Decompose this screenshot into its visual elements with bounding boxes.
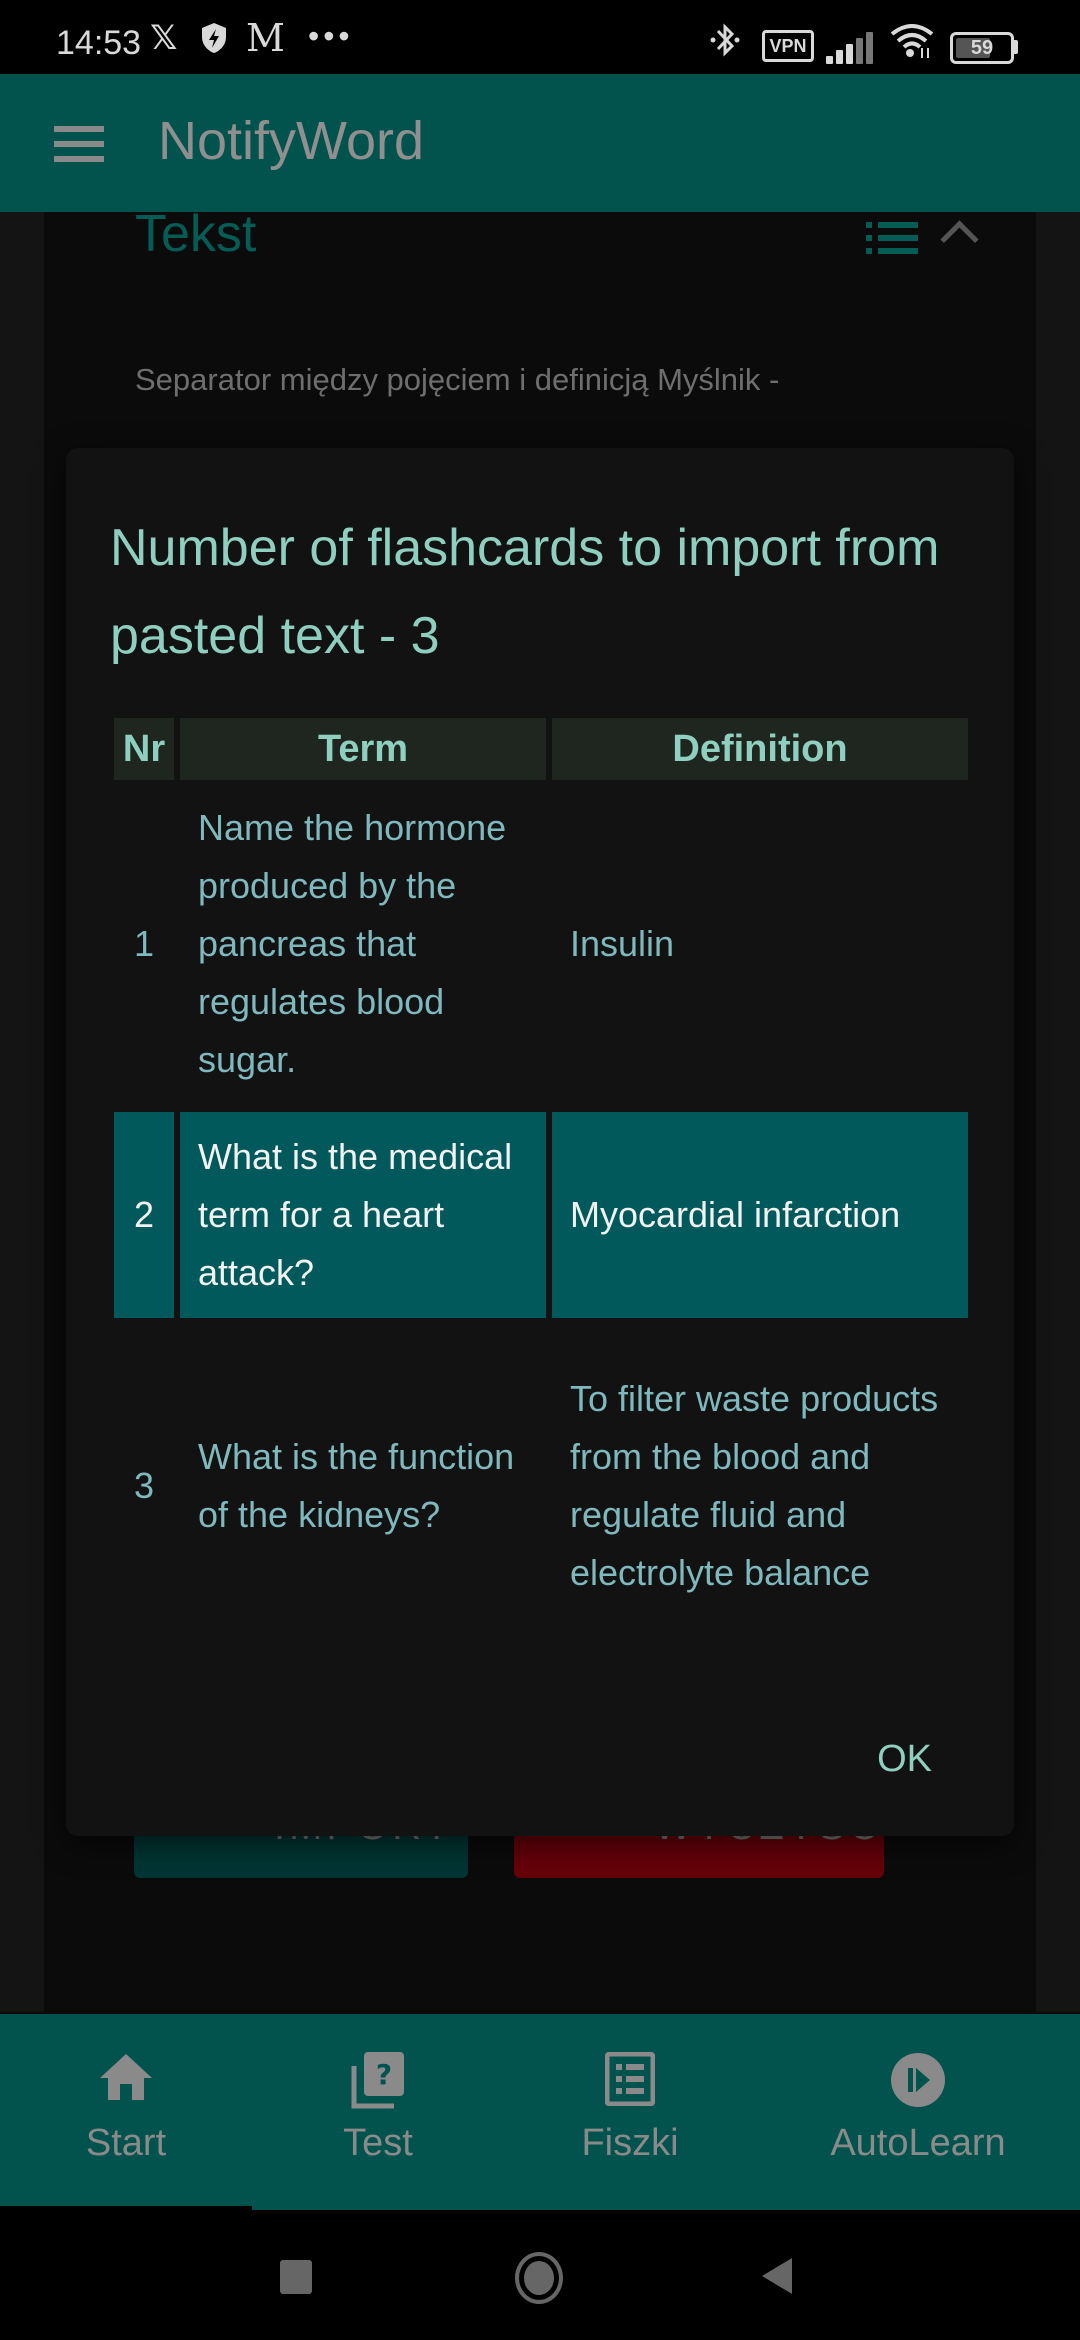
hamburger-menu-icon[interactable] [54,126,104,162]
cell-definition: Insulin [570,923,675,964]
column-header-nr: Nr [114,718,174,780]
list-icon[interactable] [866,222,918,254]
nav-item-autolearn[interactable]: AutoLearn [756,2014,1080,2210]
nav-item-test[interactable]: ? Test [252,2014,504,2210]
vpn-icon: VPN [762,30,814,62]
cell-nr: 2 [114,1112,174,1318]
table-row[interactable]: 1 Name the hormone produced by the pancr… [114,780,968,1108]
import-preview-dialog: Number of flashcards to import from past… [66,448,1014,1836]
dialog-title: Number of flashcards to import from past… [110,519,940,665]
nav-item-start[interactable]: Start [0,2014,252,2210]
system-navigation-bar [0,2210,1080,2340]
battery-level: 59 [970,37,994,59]
play-circle-icon [890,2052,946,2113]
separator-setting[interactable]: Separator między pojęciem i definicją My… [135,362,779,398]
ok-button[interactable]: OK [877,1738,932,1781]
battery-tip [1014,40,1018,54]
app-bar: NotifyWord [0,74,1080,212]
signal-icon [826,32,874,64]
cell-nr: 1 [133,923,155,964]
page-margin-left [0,212,44,2012]
table-row[interactable]: 3 What is the function of the kidneys? T… [114,1322,968,1650]
nav-item-fiszki[interactable]: Fiszki [504,2014,756,2210]
cell-term: Name the hormone produced by the pancrea… [198,807,507,1080]
quiz-icon: ? [350,2052,406,2115]
cell-nr: 3 [133,1465,155,1506]
home-icon [98,2052,154,2107]
bluetooth-icon [708,22,742,63]
column-header-definition: Definition [552,718,968,780]
x-app-icon: 𝕏 [150,19,178,57]
home-button[interactable] [515,2252,563,2304]
page-margin-right [1036,212,1080,2012]
table-row-selected[interactable]: 2 What is the medical term for a heart a… [114,1112,968,1318]
status-time: 14:53 [56,24,142,62]
cell-term: What is the medical term for a heart att… [180,1112,546,1318]
section-title: Tekst [135,205,257,263]
more-dots-icon: ••• [308,18,354,54]
cell-term: What is the function of the kidneys? [198,1436,515,1535]
wifi-icon [888,22,936,63]
m-app-icon: M [246,16,285,60]
back-button[interactable] [762,2258,792,2294]
app-title: NotifyWord [158,111,425,171]
svg-text:?: ? [376,2058,392,2091]
nav-label: AutoLearn [830,2122,1006,2164]
cell-definition: Myocardial infarction [552,1112,968,1318]
recents-button[interactable] [280,2260,312,2294]
list-card-icon [604,2051,656,2111]
bottom-navigation: Start ? Test Fiszki AutoLearn [0,2014,1080,2210]
battery-icon: 59 [950,32,1014,64]
shield-bolt-icon [200,22,228,59]
cell-definition: To filter waste products from the blood … [570,1378,939,1593]
nav-label: Test [343,2122,413,2164]
nav-label: Fiszki [581,2122,679,2164]
column-header-term: Term [180,718,546,780]
status-bar: 14:53 𝕏 M ••• VPN 59 [0,0,1080,74]
nav-label: Start [85,2122,167,2164]
